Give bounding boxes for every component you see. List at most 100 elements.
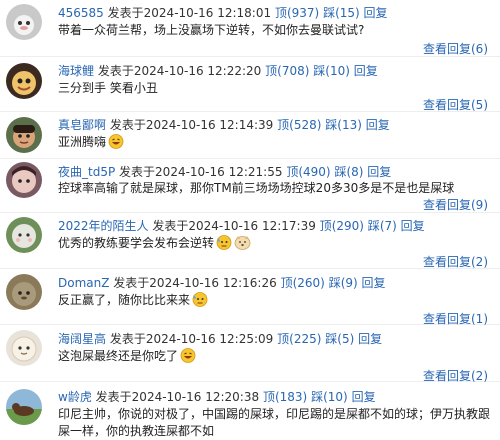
- reply-link[interactable]: 回复: [358, 332, 382, 346]
- username[interactable]: 海球鲤: [58, 64, 94, 78]
- upvote-label[interactable]: 顶: [263, 390, 275, 404]
- downvote-count[interactable]: (5): [337, 332, 354, 346]
- username[interactable]: 456585: [58, 6, 104, 20]
- downvote-count[interactable]: (7): [380, 219, 397, 233]
- comment-item: w龄虎 发表于2024-10-16 12:20:38 顶(183) 踩(10) …: [0, 382, 500, 440]
- view-replies-link[interactable]: 查看回复(9): [423, 196, 488, 213]
- upvote-label[interactable]: 顶: [320, 219, 332, 233]
- view-replies-label[interactable]: 查看回复: [423, 198, 471, 212]
- upvote-link[interactable]: 顶(183): [263, 390, 307, 404]
- comment-text: 带着一众荷兰帮，场上没赢场下逆转，不如你去曼联试试?: [58, 23, 365, 37]
- sweat-emoji-icon: [216, 235, 232, 250]
- upvote-link[interactable]: 顶(937): [275, 6, 319, 20]
- downvote-count[interactable]: (13): [337, 118, 362, 132]
- view-replies-label[interactable]: 查看回复: [423, 369, 471, 383]
- username[interactable]: 夜曲_td5P: [58, 165, 115, 179]
- downvote-label[interactable]: 踩: [329, 276, 341, 290]
- downvote-label[interactable]: 踩: [368, 219, 380, 233]
- comment-meta: 456585 发表于2024-10-16 12:18:01 顶(937) 踩(1…: [58, 6, 388, 20]
- username[interactable]: DomanZ: [58, 276, 109, 290]
- upvote-link[interactable]: 顶(260): [281, 276, 325, 290]
- username[interactable]: 真皂鄙啊: [58, 118, 106, 132]
- avatar[interactable]: [6, 274, 42, 310]
- upvote-count[interactable]: (225): [289, 332, 321, 346]
- view-replies-link[interactable]: 查看回复(5): [423, 96, 488, 113]
- downvote-count[interactable]: (8): [346, 165, 363, 179]
- timestamp: 2024-10-16 12:14:39: [145, 118, 274, 132]
- reply-link[interactable]: 回复: [354, 64, 378, 78]
- reply-count[interactable]: (1): [471, 312, 488, 326]
- reply-count[interactable]: (2): [471, 255, 488, 269]
- downvote-link[interactable]: 踩(5): [325, 332, 354, 346]
- reply-link[interactable]: 回复: [367, 165, 391, 179]
- avatar[interactable]: [6, 217, 42, 253]
- upvote-label[interactable]: 顶: [281, 276, 293, 290]
- downvote-link[interactable]: 踩(10): [311, 390, 348, 404]
- downvote-link[interactable]: 踩(7): [368, 219, 397, 233]
- upvote-count[interactable]: (937): [287, 6, 319, 20]
- downvote-count[interactable]: (10): [325, 64, 350, 78]
- downvote-count[interactable]: (15): [335, 6, 360, 20]
- downvote-label[interactable]: 踩: [313, 64, 325, 78]
- upvote-link[interactable]: 顶(225): [277, 332, 321, 346]
- upvote-label[interactable]: 顶: [286, 165, 298, 179]
- downvote-link[interactable]: 踩(10): [313, 64, 350, 78]
- username[interactable]: w龄虎: [58, 390, 92, 404]
- upvote-label[interactable]: 顶: [277, 118, 289, 132]
- username[interactable]: 海阔星高: [58, 332, 106, 346]
- reply-count[interactable]: (5): [471, 98, 488, 112]
- view-replies-link[interactable]: 查看回复(6): [423, 40, 488, 57]
- downvote-label[interactable]: 踩: [311, 390, 323, 404]
- username[interactable]: 2022年的陌生人: [58, 219, 149, 233]
- view-replies-label[interactable]: 查看回复: [423, 98, 471, 112]
- reply-count[interactable]: (9): [471, 198, 488, 212]
- avatar[interactable]: [6, 63, 42, 99]
- downvote-label[interactable]: 踩: [325, 332, 337, 346]
- avatar[interactable]: [6, 4, 42, 40]
- downvote-count[interactable]: (9): [341, 276, 358, 290]
- timestamp: 2024-10-16 12:22:20: [133, 64, 262, 78]
- comment-meta: 2022年的陌生人 发表于2024-10-16 12:17:39 顶(290) …: [58, 219, 425, 233]
- doge-emoji-icon: [234, 235, 251, 250]
- reply-link[interactable]: 回复: [366, 118, 390, 132]
- comment-meta: w龄虎 发表于2024-10-16 12:20:38 顶(183) 踩(10) …: [58, 390, 376, 404]
- upvote-count[interactable]: (260): [293, 276, 325, 290]
- avatar[interactable]: [6, 117, 42, 153]
- downvote-label[interactable]: 踩: [323, 6, 335, 20]
- timestamp: 2024-10-16 12:21:55: [155, 165, 283, 179]
- view-replies-label[interactable]: 查看回复: [423, 42, 471, 56]
- downvote-link[interactable]: 踩(15): [323, 6, 360, 20]
- reply-link[interactable]: 回复: [362, 276, 386, 290]
- upvote-count[interactable]: (528): [289, 118, 321, 132]
- reply-link[interactable]: 回复: [352, 390, 376, 404]
- downvote-link[interactable]: 踩(13): [325, 118, 362, 132]
- comment-text: 优秀的教练要学会发布会逆转: [58, 235, 492, 252]
- upvote-count[interactable]: (183): [275, 390, 307, 404]
- avatar[interactable]: [6, 330, 42, 366]
- avatar[interactable]: [6, 162, 42, 198]
- upvote-link[interactable]: 顶(290): [320, 219, 364, 233]
- view-replies-link[interactable]: 查看回复(2): [423, 253, 488, 270]
- downvote-label[interactable]: 踩: [334, 165, 346, 179]
- reply-link[interactable]: 回复: [364, 6, 388, 20]
- view-replies-label[interactable]: 查看回复: [423, 255, 471, 269]
- downvote-link[interactable]: 踩(9): [329, 276, 358, 290]
- upvote-count[interactable]: (290): [332, 219, 364, 233]
- downvote-count[interactable]: (10): [323, 390, 348, 404]
- reply-link[interactable]: 回复: [401, 219, 425, 233]
- upvote-link[interactable]: 顶(528): [277, 118, 321, 132]
- upvote-link[interactable]: 顶(490): [286, 165, 330, 179]
- upvote-count[interactable]: (708): [277, 64, 309, 78]
- avatar[interactable]: [6, 389, 42, 425]
- view-replies-label[interactable]: 查看回复: [423, 312, 471, 326]
- downvote-link[interactable]: 踩(8): [334, 165, 363, 179]
- upvote-label[interactable]: 顶: [277, 332, 289, 346]
- upvote-label[interactable]: 顶: [275, 6, 287, 20]
- reply-count[interactable]: (6): [471, 42, 488, 56]
- upvote-count[interactable]: (490): [298, 165, 330, 179]
- downvote-label[interactable]: 踩: [325, 118, 337, 132]
- reply-count[interactable]: (2): [471, 369, 488, 383]
- comment-text: 控球率高输了就是屎球，那你TM前三场场场控球20多30多是不是也是屎球: [58, 181, 455, 195]
- upvote-label[interactable]: 顶: [265, 64, 277, 78]
- upvote-link[interactable]: 顶(708): [265, 64, 309, 78]
